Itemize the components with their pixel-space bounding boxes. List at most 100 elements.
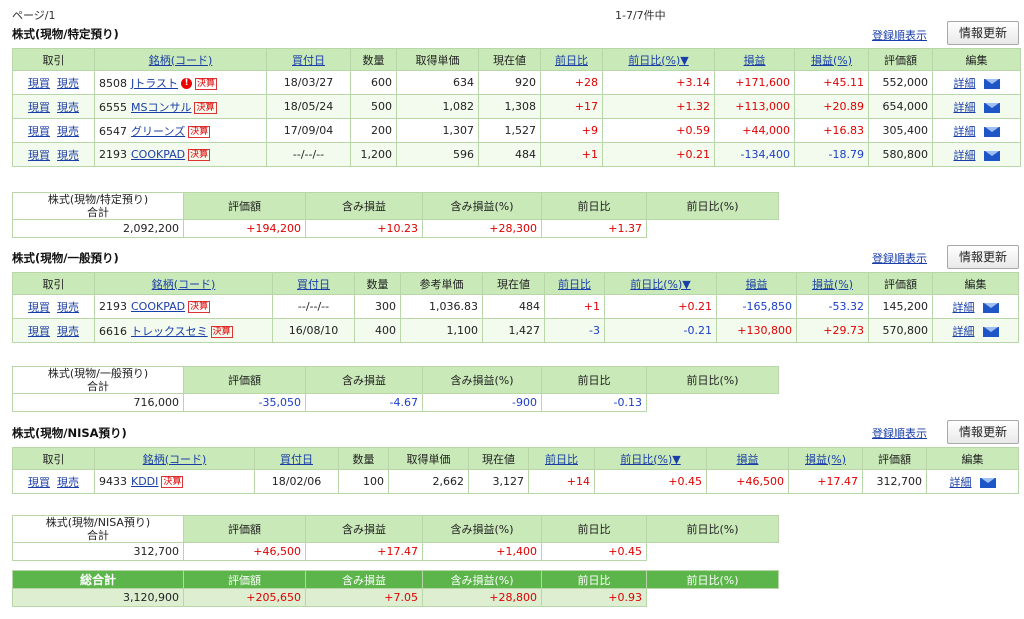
summary-chg: +1,400 (422, 542, 542, 561)
column-header-label: 現在値 (493, 53, 526, 67)
stock-name-link[interactable]: MSコンサル (131, 101, 191, 114)
column-header[interactable]: 損益(%) (794, 48, 869, 71)
profit-loss-pct: +29.73 (796, 318, 869, 343)
table-row: 現買 現売 9433 KDDI 決算 18/02/06 100 2,662 3,127 +14 +… (12, 469, 1019, 494)
detail-link[interactable]: 詳細 (953, 301, 975, 314)
sort-link[interactable]: 前日比(%)▼ (630, 278, 691, 291)
sort-link[interactable]: 前日比(%)▼ (620, 453, 681, 466)
column-header-label: 取引 (42, 53, 65, 67)
earnings-badge[interactable]: 決算 (195, 77, 218, 90)
sort-link[interactable]: 銘柄(コード) (152, 278, 216, 291)
detail-link[interactable]: 詳細 (954, 77, 976, 90)
column-header[interactable]: 前日比(%)▼ (604, 272, 717, 295)
stock-name-link[interactable]: Jトラスト (131, 77, 178, 90)
sell-link[interactable]: 現売 (57, 149, 79, 162)
stock-name-link[interactable]: トレックスセミ (131, 325, 208, 338)
sell-link[interactable]: 現売 (57, 301, 79, 314)
sort-link[interactable]: 損益 (744, 54, 766, 67)
column-header[interactable]: 損益(%) (788, 447, 863, 470)
sort-link[interactable]: 前日比 (545, 453, 578, 466)
sort-link[interactable]: 前日比(%)▼ (628, 54, 689, 67)
column-header[interactable]: 前日比 (528, 447, 595, 470)
buy-link[interactable]: 現買 (28, 125, 50, 138)
column-header[interactable]: 損益(%) (796, 272, 869, 295)
earnings-badge[interactable]: 決算 (188, 149, 211, 161)
sort-link[interactable]: 損益(%) (812, 278, 853, 291)
column-header[interactable]: 前日比 (540, 48, 603, 71)
sell-link[interactable]: 現売 (57, 476, 79, 489)
stock-name-link[interactable]: グリーンズ (131, 125, 185, 138)
mail-icon[interactable] (982, 326, 999, 337)
sort-link[interactable]: 損益(%) (811, 54, 852, 67)
column-header[interactable]: 買付日 (266, 48, 351, 71)
earnings-badge[interactable]: 決算 (194, 101, 217, 114)
column-header[interactable]: 損益 (706, 447, 789, 470)
current-price: 1,527 (478, 118, 541, 143)
detail-link[interactable]: 詳細 (953, 325, 975, 338)
buy-link[interactable]: 現買 (28, 77, 50, 90)
column-header[interactable]: 損益 (714, 48, 795, 71)
register-order-link[interactable]: 登録順表示 (872, 250, 927, 266)
mail-icon[interactable] (983, 102, 1000, 113)
sell-link[interactable]: 現売 (57, 101, 79, 114)
sell-link[interactable]: 現売 (57, 125, 79, 138)
sell-link[interactable]: 現売 (57, 325, 79, 338)
mail-icon[interactable] (983, 126, 1000, 137)
column-header[interactable]: 銘柄(コード) (94, 447, 255, 470)
update-button[interactable]: 情報更新 (947, 21, 1019, 45)
detail-link[interactable]: 詳細 (954, 125, 976, 138)
sort-link[interactable]: 銘柄(コード) (143, 453, 207, 466)
buy-link[interactable]: 現買 (28, 476, 50, 489)
detail-link[interactable]: 詳細 (950, 476, 972, 489)
column-header[interactable]: 前日比(%)▼ (602, 48, 715, 71)
update-button[interactable]: 情報更新 (947, 245, 1019, 269)
sort-link[interactable]: 損益(%) (805, 453, 846, 466)
register-order-link[interactable]: 登録順表示 (872, 425, 927, 441)
earnings-badge[interactable]: 決算 (210, 325, 233, 338)
alert-icon[interactable]: ! (181, 78, 193, 89)
column-header[interactable]: 銘柄(コード) (94, 48, 267, 71)
sort-link[interactable]: 買付日 (292, 54, 325, 67)
stock-name-link[interactable]: COOKPAD (131, 148, 185, 161)
profit-loss: +44,000 (714, 118, 795, 143)
stock-name-link[interactable]: COOKPAD (131, 300, 185, 313)
sort-link[interactable]: 買付日 (280, 453, 313, 466)
column-header[interactable]: 買付日 (272, 272, 355, 295)
buy-link[interactable]: 現買 (28, 149, 50, 162)
mail-icon[interactable] (979, 477, 996, 488)
column-header[interactable]: 損益 (716, 272, 797, 295)
summary-table-ippan: 株式(現物/一般預り) 合計 評価額 含み損益 含み損益(%) 前日比 前日比(%) 716,… (12, 366, 779, 412)
column-header-label: 評価額 (884, 53, 917, 67)
sort-link[interactable]: 損益 (746, 278, 768, 291)
sort-link[interactable]: 前日比 (555, 54, 588, 67)
earnings-badge[interactable]: 決算 (188, 125, 211, 138)
edit-cell: 詳細 (932, 70, 1021, 95)
register-order-link[interactable]: 登録順表示 (872, 27, 927, 43)
summary-label: 株式(現物/特定預り) 合計 (12, 192, 184, 220)
update-button[interactable]: 情報更新 (947, 420, 1019, 444)
sort-link[interactable]: 損益 (737, 453, 759, 466)
column-header[interactable]: 前日比 (544, 272, 605, 295)
sort-link[interactable]: 買付日 (297, 278, 330, 291)
grand-pl-pct: +7.05 (305, 588, 423, 607)
mail-icon[interactable] (983, 78, 1000, 89)
valuation: 654,000 (868, 94, 933, 119)
earnings-badge[interactable]: 決算 (188, 301, 211, 313)
column-header[interactable]: 前日比(%)▼ (594, 447, 707, 470)
column-header[interactable]: 買付日 (254, 447, 339, 470)
detail-link[interactable]: 詳細 (954, 149, 976, 162)
column-header: 評価額 (868, 272, 933, 295)
sort-link[interactable]: 前日比 (558, 278, 591, 291)
buy-link[interactable]: 現買 (28, 325, 50, 338)
grand-value: 3,120,900 (12, 588, 184, 607)
earnings-badge[interactable]: 決算 (161, 476, 184, 488)
sell-link[interactable]: 現売 (57, 77, 79, 90)
mail-icon[interactable] (983, 150, 1000, 161)
buy-link[interactable]: 現買 (28, 101, 50, 114)
mail-icon[interactable] (982, 302, 999, 313)
stock-name-link[interactable]: KDDI (131, 475, 158, 488)
buy-link[interactable]: 現買 (28, 301, 50, 314)
detail-link[interactable]: 詳細 (954, 101, 976, 114)
column-header[interactable]: 銘柄(コード) (94, 272, 273, 295)
sort-link[interactable]: 銘柄(コード) (149, 54, 213, 67)
